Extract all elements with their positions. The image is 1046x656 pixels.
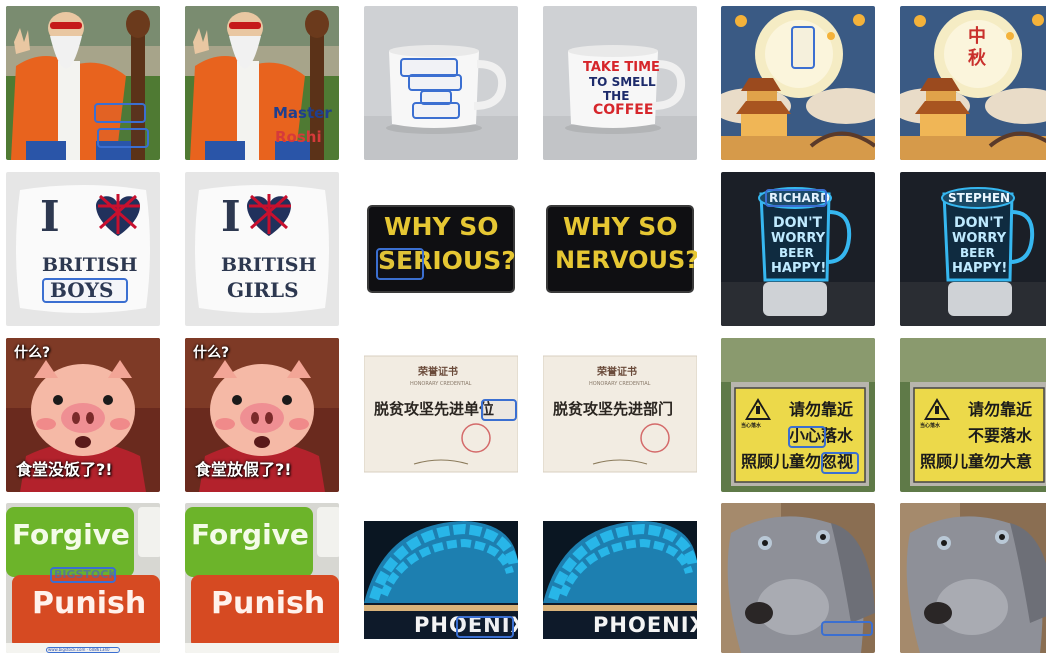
pillow-after-image <box>185 172 339 326</box>
edit-region-box <box>42 278 128 303</box>
label-the: THE <box>603 89 630 103</box>
label-i: I <box>40 192 60 241</box>
edit-region-box <box>765 189 827 207</box>
tile-roshi-before[interactable] <box>6 6 160 160</box>
tile-roshi-after[interactable]: Master Roshi <box>185 6 339 160</box>
label-sign-line3: 照顾儿童勿大意 <box>920 452 1033 471</box>
tile-sign-after[interactable]: 当心落水 请勿靠近 不要落水 照顾儿童勿大意 <box>900 338 1046 492</box>
edit-region-box <box>481 399 517 421</box>
label-sign-line1: 请勿靠近 <box>968 400 1033 419</box>
image-grid: Master Roshi TAKE TIME TO SMELL THE COFF… <box>0 0 1046 656</box>
edit-region-box <box>821 621 873 636</box>
label-cert-subtitle: HONORARY CREDENTIAL <box>589 381 651 387</box>
tile-neon-after[interactable]: STEPHEN DON'T WORRY BEER HAPPY! <box>900 172 1046 326</box>
label-qiu: 秋 <box>968 48 986 69</box>
tile-mug-before[interactable] <box>364 6 518 160</box>
label-sign-line2: 不要落水 <box>968 426 1033 445</box>
label-coffee: COFFEE <box>593 102 654 118</box>
edit-region-box <box>97 128 149 148</box>
tile-pig-before[interactable]: 什么? 食堂没饭了?! <box>6 338 160 492</box>
label-sign-line1: 请勿靠近 <box>789 400 854 419</box>
edit-region-box <box>408 74 462 91</box>
label-dont: DON'T <box>954 215 1004 231</box>
label-happy: HAPPY! <box>771 261 827 276</box>
label-beer: BEER <box>960 246 995 260</box>
tile-sign-before[interactable]: 当心落水 请勿靠近 小心落水 照顾儿童勿忽视 <box>721 338 875 492</box>
edit-region-box <box>412 102 460 119</box>
label-i: I <box>221 192 241 241</box>
tile-midautumn-after[interactable]: 中 秋 <box>900 6 1046 160</box>
label-zhong: 中 <box>968 26 986 47</box>
tile-dog-after[interactable] <box>900 503 1046 653</box>
label-caption: 食堂放假了?! <box>195 460 292 479</box>
label-cert-title: 荣誉证书 <box>418 367 458 378</box>
label-take-time: TAKE TIME <box>583 60 660 75</box>
label-shenme: 什么? <box>14 345 51 361</box>
edit-region-box <box>94 103 146 123</box>
label-caution-small: 当心落水 <box>741 423 762 429</box>
tile-pillow-after[interactable]: I BRITISH GIRLS <box>185 172 339 326</box>
edit-region-box <box>821 452 859 474</box>
label-why-so: WHY SO <box>563 212 678 241</box>
label-stephen: STEPHEN <box>948 191 1011 205</box>
tile-midautumn-before[interactable] <box>721 6 875 160</box>
label-forgive: Forgive <box>191 518 309 551</box>
label-cert-subtitle: HONORARY CREDENTIAL <box>410 381 472 387</box>
tile-phoenix-before[interactable]: PHOENIX <box>364 503 518 653</box>
tile-neon-before[interactable]: RICHARD DON'T WORRY BEER HAPPY! <box>721 172 875 326</box>
label-caution-small: 当心落水 <box>920 423 941 429</box>
tile-certificate-before[interactable]: 荣誉证书 HONORARY CREDENTIAL 脱贫攻坚先进单位 <box>364 338 518 492</box>
edit-region-box <box>46 647 120 653</box>
label-forgive: Forgive <box>12 518 130 551</box>
label-girls: GIRLS <box>227 278 299 302</box>
tile-phoenix-after[interactable]: PHOENIX <box>543 503 697 653</box>
label-dont: DON'T <box>773 215 823 231</box>
tile-pillow-before[interactable]: I BRITISH BOYS <box>6 172 160 326</box>
label-shenme: 什么? <box>193 345 230 361</box>
label-why-so: WHY SO <box>384 212 499 241</box>
label-to-smell: TO SMELL <box>589 75 656 89</box>
edit-region-box <box>788 426 826 448</box>
label-cert-title: 荣誉证书 <box>597 367 637 378</box>
label-punish: Punish <box>32 586 147 621</box>
tile-patch-before[interactable]: WHY SO SERIOUS? <box>364 172 518 326</box>
edit-region-box <box>456 616 514 638</box>
label-roshi: Roshi <box>275 128 322 146</box>
label-master: Master <box>273 104 332 122</box>
edit-region-box <box>50 567 116 583</box>
label-cert-body: 脱贫攻坚先进单位 <box>374 400 495 418</box>
label-british: BRITISH <box>221 254 317 276</box>
label-worry: WORRY <box>771 231 826 246</box>
tile-keyboard-before[interactable]: Forgive Punish BIGSTOCK www.bigstock.com… <box>6 503 160 653</box>
label-caption: 食堂没饭了?! <box>16 460 113 479</box>
label-happy: HAPPY! <box>952 261 1008 276</box>
tile-mug-after[interactable]: TAKE TIME TO SMELL THE COFFEE <box>543 6 697 160</box>
tile-keyboard-after[interactable]: Forgive Punish <box>185 503 339 653</box>
edit-region-box <box>376 248 424 280</box>
label-british: BRITISH <box>42 254 138 276</box>
tile-certificate-after[interactable]: 荣誉证书 HONORARY CREDENTIAL 脱贫攻坚先进部门 <box>543 338 697 492</box>
label-worry: WORRY <box>952 231 1007 246</box>
tile-patch-after[interactable]: WHY SO NERVOUS? <box>543 172 697 326</box>
label-nervous: NERVOUS? <box>555 246 697 274</box>
tile-pig-after[interactable]: 什么? 食堂放假了?! <box>185 338 339 492</box>
tile-dog-before[interactable] <box>721 503 875 653</box>
label-punish: Punish <box>211 586 326 621</box>
edit-region-box <box>791 26 815 69</box>
label-beer: BEER <box>779 246 814 260</box>
dog-after-image <box>900 503 1046 653</box>
label-phoenix: PHOENIX <box>593 613 697 637</box>
label-cert-body: 脱贫攻坚先进部门 <box>553 400 674 418</box>
